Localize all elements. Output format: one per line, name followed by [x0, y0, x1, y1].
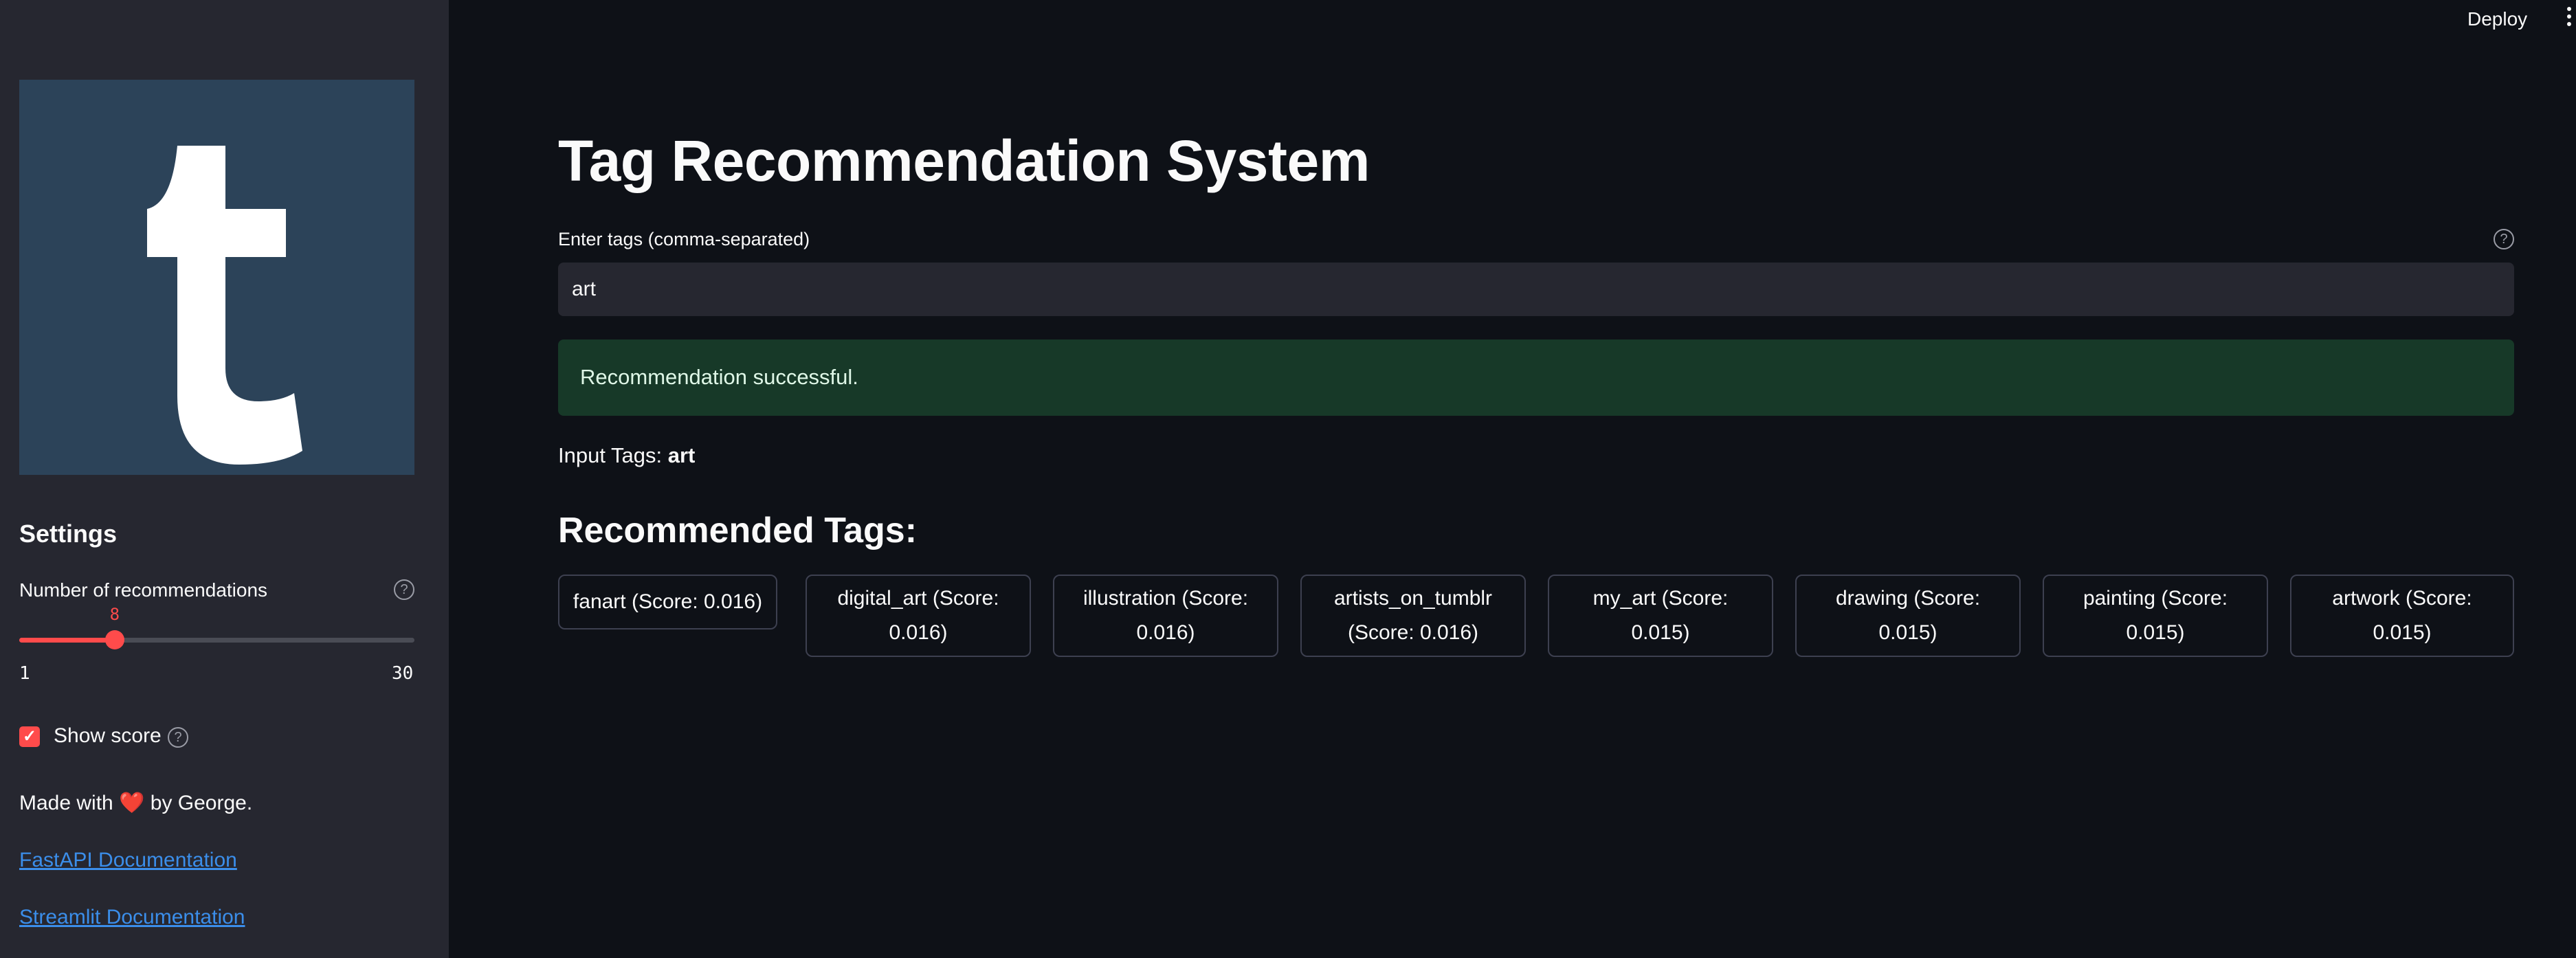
made-with-prefix: Made with [19, 792, 120, 814]
kebab-menu-icon[interactable] [2567, 7, 2571, 30]
settings-heading: Settings [19, 520, 118, 548]
heart-icon: ❤️ [119, 792, 145, 814]
tumblr-logo-icon [147, 146, 302, 465]
tag-button-digital-art[interactable]: digital_art (Score: 0.016) [806, 575, 1031, 657]
tag-button-painting[interactable]: painting (Score: 0.015) [2043, 575, 2268, 657]
tag-label: fanart (Score: 0.016) [573, 590, 763, 613]
success-alert: Recommendation successful. [558, 339, 2514, 416]
recommendations-slider-label: Number of recommendations [19, 579, 268, 601]
tumblr-logo [19, 80, 414, 475]
made-with-text: Made with ❤️ by George. [19, 791, 252, 815]
tag-label: drawing (Score: 0.015) [1835, 587, 1981, 644]
page-title: Tag Recommendation System [558, 129, 1370, 193]
input-tags-label: Input Tags: [558, 443, 668, 467]
slider-min-label: 1 [19, 663, 30, 684]
fastapi-docs-link[interactable]: FastAPI Documentation [19, 849, 237, 872]
made-with-suffix: by George. [144, 792, 253, 814]
help-icon[interactable]: ? [2494, 229, 2514, 249]
show-score-label[interactable]: Show score [54, 724, 162, 748]
tag-label: digital_art (Score: 0.016) [837, 587, 999, 644]
sidebar: Settings Number of recommendations ? 8 1… [0, 0, 449, 958]
streamlit-docs-link[interactable]: Streamlit Documentation [19, 906, 245, 929]
tag-button-artwork[interactable]: artwork (Score: 0.015) [2290, 575, 2514, 657]
tag-button-artists-on-tumblr[interactable]: artists_on_tumblr (Score: 0.016) [1300, 575, 1526, 657]
tag-button-fanart[interactable]: fanart (Score: 0.016) [558, 575, 777, 630]
tag-label: illustration (Score: 0.016) [1082, 587, 1249, 644]
tag-label: artwork (Score: 0.015) [2332, 587, 2472, 644]
tag-button-drawing[interactable]: drawing (Score: 0.015) [1795, 575, 2021, 657]
slider-thumb[interactable] [104, 630, 124, 649]
deploy-button[interactable]: Deploy [2467, 8, 2527, 30]
recommendations-slider[interactable]: 8 [19, 605, 414, 649]
help-icon[interactable]: ? [168, 727, 188, 748]
tags-input-label: Enter tags (comma-separated) [558, 229, 810, 249]
tag-button-illustration[interactable]: illustration (Score: 0.016) [1053, 575, 1278, 657]
slider-max-label: 30 [392, 663, 414, 684]
input-tags-value: art [667, 443, 696, 467]
tag-label: my_art (Score: 0.015) [1592, 587, 1729, 644]
tag-button-my-art[interactable]: my_art (Score: 0.015) [1548, 575, 1773, 657]
slider-value: 8 [109, 605, 120, 624]
tag-label: painting (Score: 0.015) [2083, 587, 2228, 644]
show-score-checkbox[interactable]: ✓ [19, 726, 40, 747]
success-message: Recommendation successful. [580, 365, 858, 389]
help-icon[interactable]: ? [394, 579, 414, 600]
slider-fill [19, 638, 115, 643]
input-tags-summary: Input Tags: art [558, 443, 695, 468]
tag-label: artists_on_tumblr (Score: 0.016) [1333, 587, 1493, 644]
tags-input[interactable] [558, 263, 2514, 316]
recommended-tags-heading: Recommended Tags: [558, 511, 918, 550]
